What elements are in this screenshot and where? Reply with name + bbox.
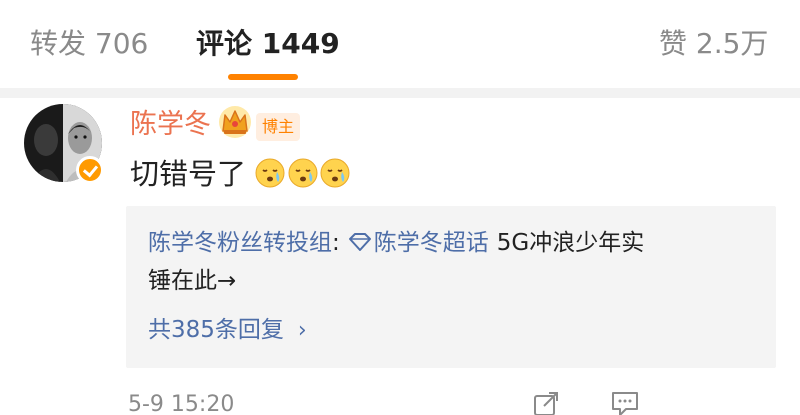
tab-comments[interactable]: 评论 1449 bbox=[196, 24, 340, 64]
reply-preview[interactable]: 陈学冬粉丝转投组: 陈学冬超话 5G冲浪少年实 锤在此→ 共385条回复 › bbox=[126, 206, 776, 368]
comment-username[interactable]: 陈学冬 bbox=[130, 106, 211, 144]
section-divider bbox=[0, 88, 800, 98]
blogger-badge: 博主 bbox=[256, 113, 301, 141]
crying-emoji-icon bbox=[288, 158, 318, 188]
supertopic-link[interactable]: 陈学冬超话 bbox=[374, 230, 489, 256]
tab-likes[interactable]: 赞 2.5万 bbox=[659, 24, 768, 64]
tab-bar: 转发 706 评论 1449 赞 2.5万 bbox=[0, 0, 800, 88]
verified-icon bbox=[76, 156, 104, 184]
reply-text: 5G冲浪少年实 bbox=[496, 230, 645, 256]
reply-author[interactable]: 陈学冬粉丝转投组 bbox=[148, 230, 332, 256]
crown-icon bbox=[219, 106, 251, 138]
active-tab-indicator bbox=[228, 74, 298, 80]
crying-emoji-icon bbox=[320, 158, 350, 188]
comment-text: 切错号了 bbox=[130, 157, 247, 191]
chevron-right-icon: › bbox=[297, 318, 307, 343]
comment-icon[interactable] bbox=[610, 390, 640, 415]
supertopic-icon bbox=[348, 233, 371, 251]
view-all-replies-label: 共385条回复 bbox=[148, 317, 284, 343]
reply-line: 陈学冬粉丝转投组: 陈学冬超话 5G冲浪少年实 bbox=[148, 226, 644, 260]
reply-separator: : bbox=[332, 230, 340, 256]
crying-emoji-icon bbox=[255, 158, 285, 188]
tab-reposts[interactable]: 转发 706 bbox=[30, 24, 148, 64]
reply-text-continued: 锤在此→ bbox=[148, 268, 237, 294]
comment-timestamp: 5-9 15:20 bbox=[128, 392, 235, 415]
share-icon[interactable] bbox=[532, 390, 560, 415]
view-all-replies-link[interactable]: 共385条回复 › bbox=[148, 313, 307, 348]
